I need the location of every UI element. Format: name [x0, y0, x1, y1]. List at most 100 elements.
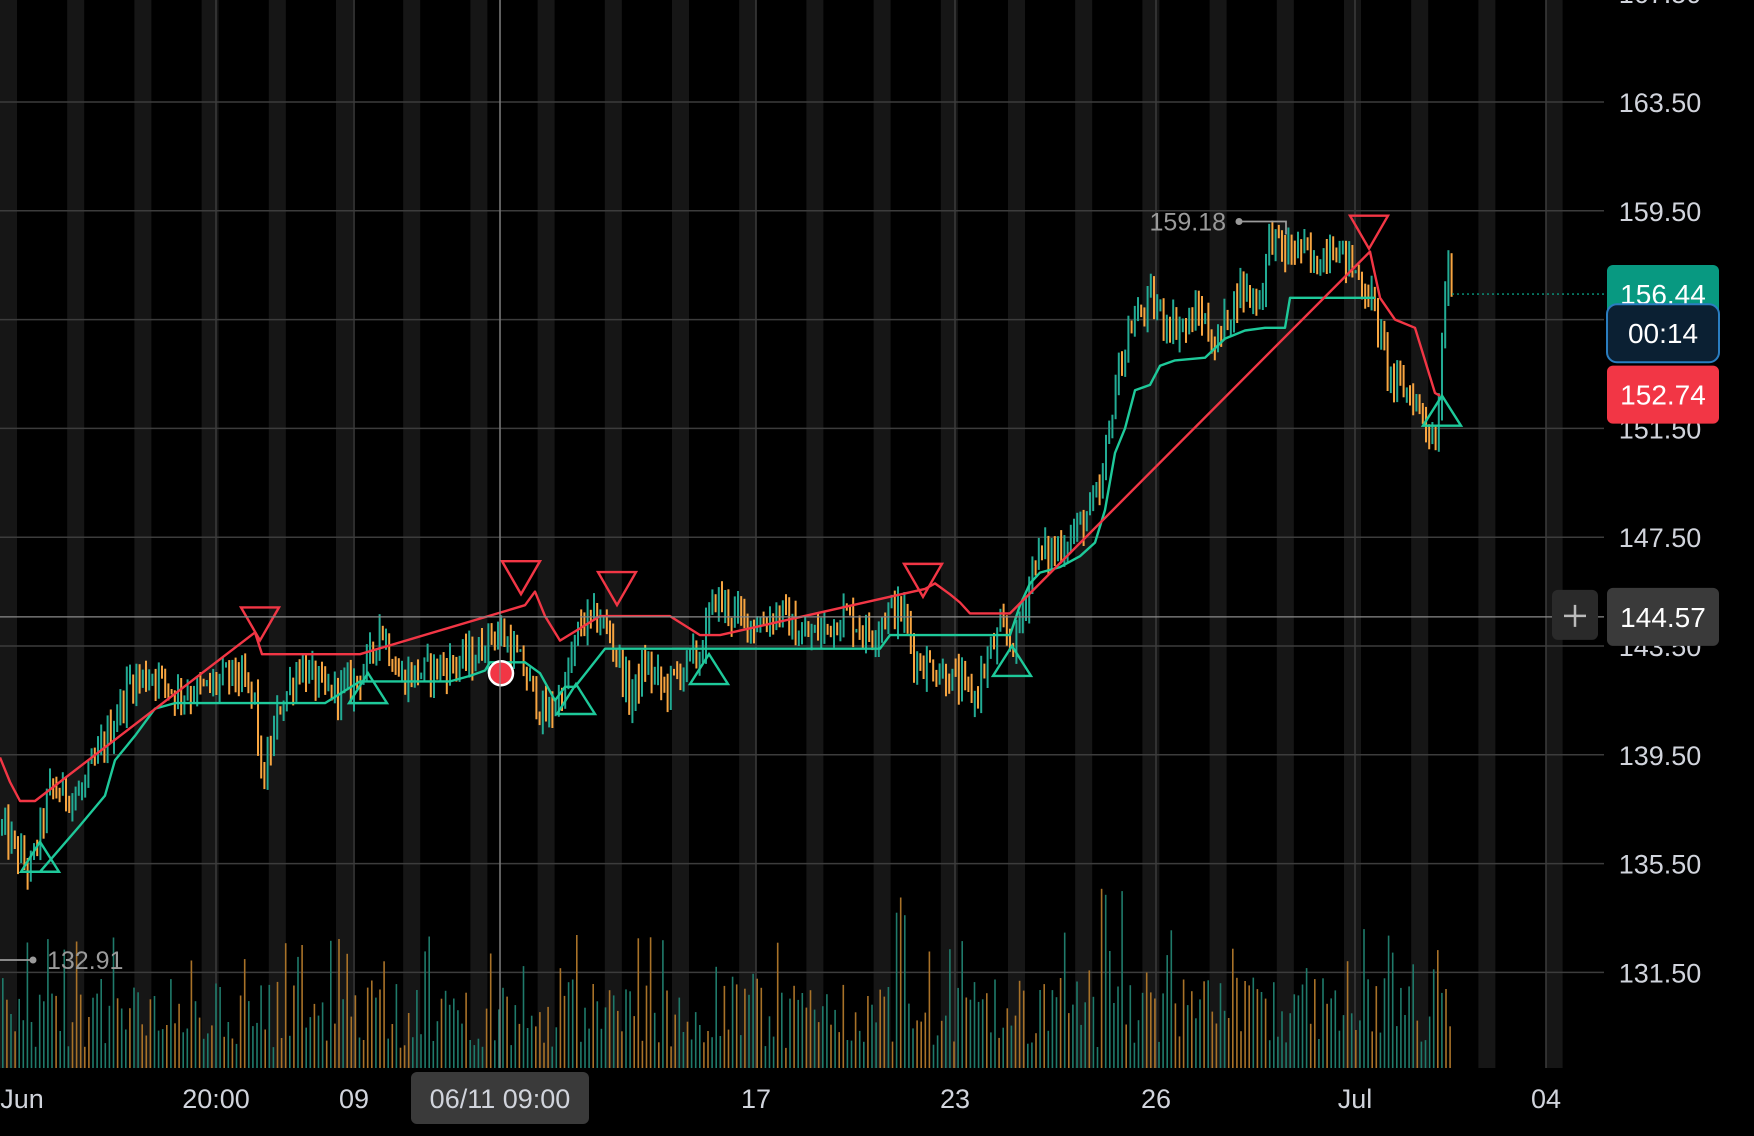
volume-bar — [1043, 984, 1045, 1068]
volume-bar — [838, 1032, 840, 1068]
volume-bar — [129, 1008, 131, 1068]
volume-bar — [1223, 1010, 1226, 1068]
volume-bar — [145, 1035, 148, 1068]
countdown-tag-text: 00:14 — [1628, 318, 1698, 349]
volume-bar — [1256, 989, 1259, 1068]
volume-bar — [1186, 1005, 1189, 1068]
volume-bar — [1141, 992, 1144, 1068]
volume-bar — [178, 1003, 180, 1068]
volume-bar — [243, 959, 246, 1068]
volume-bar — [576, 935, 578, 1068]
volume-bar — [789, 998, 791, 1068]
volume-bar — [14, 1031, 16, 1068]
volume-bar — [1154, 998, 1156, 1068]
volume-bar — [785, 1047, 787, 1068]
session-band — [470, 0, 488, 1068]
volume-bar — [1400, 987, 1402, 1068]
volume-bar — [945, 1015, 947, 1068]
volume-bar — [694, 1012, 697, 1068]
volume-bar — [1428, 1016, 1431, 1068]
volume-bar — [120, 1008, 123, 1068]
volume-bar — [690, 1039, 693, 1068]
volume-bar — [1387, 935, 1390, 1068]
volume-bar — [1088, 970, 1091, 1068]
volume-bar — [994, 979, 996, 1068]
session-band — [1276, 0, 1294, 1068]
volume-bar — [1305, 968, 1308, 1068]
volume-bar — [1367, 979, 1369, 1068]
volume-bar — [297, 956, 299, 1068]
volume-bar — [1018, 980, 1021, 1068]
volume-bar — [596, 1001, 599, 1068]
volume-bar — [571, 979, 574, 1068]
volume-bar — [1080, 1024, 1082, 1068]
volume-bar — [1162, 993, 1164, 1068]
volume-bar — [863, 1041, 865, 1068]
volume-bar — [965, 997, 968, 1068]
volume-bar — [461, 1023, 463, 1068]
volume-bar — [1199, 999, 1201, 1068]
volume-bar — [1424, 1040, 1427, 1068]
volume-bar — [325, 1040, 328, 1068]
volume-bar — [38, 994, 41, 1068]
volume-bar — [563, 995, 566, 1068]
volume-bar — [1207, 980, 1209, 1068]
volume-bar — [481, 1046, 484, 1068]
time-axis-label: 23 — [940, 1084, 970, 1114]
volume-bar — [284, 943, 287, 1068]
session-band — [336, 0, 353, 1068]
volume-bar — [674, 1014, 676, 1068]
volume-bar — [908, 1003, 910, 1068]
alert-marker-dot[interactable] — [487, 659, 515, 687]
volume-bar — [981, 999, 984, 1068]
volume-bar — [198, 1017, 201, 1068]
volume-bar — [153, 996, 156, 1068]
volume-bar — [961, 941, 963, 1068]
session-band — [739, 0, 757, 1068]
volume-bar — [280, 1038, 283, 1068]
volume-bar — [932, 1044, 935, 1068]
volume-bar — [781, 992, 783, 1068]
volume-bar — [149, 999, 152, 1068]
volume-bar — [1178, 1036, 1181, 1068]
volume-bar — [1252, 977, 1255, 1068]
volume-bar — [580, 1041, 582, 1068]
volume-bar — [867, 996, 869, 1068]
volume-bar — [92, 997, 94, 1068]
price-axis-label: 135.50 — [1619, 850, 1702, 880]
volume-bar — [371, 980, 373, 1068]
time-axis-label: 26 — [1141, 1084, 1171, 1114]
volume-bar — [1363, 929, 1365, 1068]
price-chart[interactable]: 159.18132.91 167.50163.50159.50155.50151… — [0, 0, 1754, 1131]
volume-bar — [1318, 1039, 1320, 1068]
volume-bar — [887, 987, 890, 1068]
volume-bar — [239, 995, 242, 1068]
volume-bar — [731, 976, 734, 1068]
volume-bar — [51, 993, 53, 1068]
volume-bar — [375, 997, 377, 1068]
volume-bar — [1068, 1013, 1070, 1068]
volume-bar — [1150, 992, 1152, 1068]
volume-bar — [871, 1004, 873, 1068]
volume-bar — [1063, 932, 1066, 1068]
volume-bar — [813, 1009, 816, 1068]
volume-bar — [760, 987, 763, 1068]
chart-root[interactable]: 159.18132.91 167.50163.50159.50155.50151… — [0, 0, 1754, 1131]
volume-bar — [10, 1014, 12, 1068]
volume-bar — [494, 1040, 496, 1068]
volume-bar — [313, 1003, 316, 1068]
volume-bar — [1211, 1011, 1214, 1068]
volume-bar — [518, 1023, 521, 1068]
volume-bar — [469, 1040, 471, 1068]
volume-bar — [904, 915, 906, 1068]
volume-bar — [834, 1009, 836, 1068]
low-marker-dot — [29, 956, 37, 964]
volume-bar — [1096, 1047, 1099, 1068]
volume-bar — [1031, 1042, 1033, 1068]
volume-bar — [485, 1008, 488, 1068]
session-band — [1545, 0, 1563, 1068]
session-band — [806, 0, 824, 1068]
volume-bar — [1084, 1002, 1086, 1068]
volume-bar — [801, 993, 804, 1068]
volume-bar — [272, 1047, 275, 1068]
